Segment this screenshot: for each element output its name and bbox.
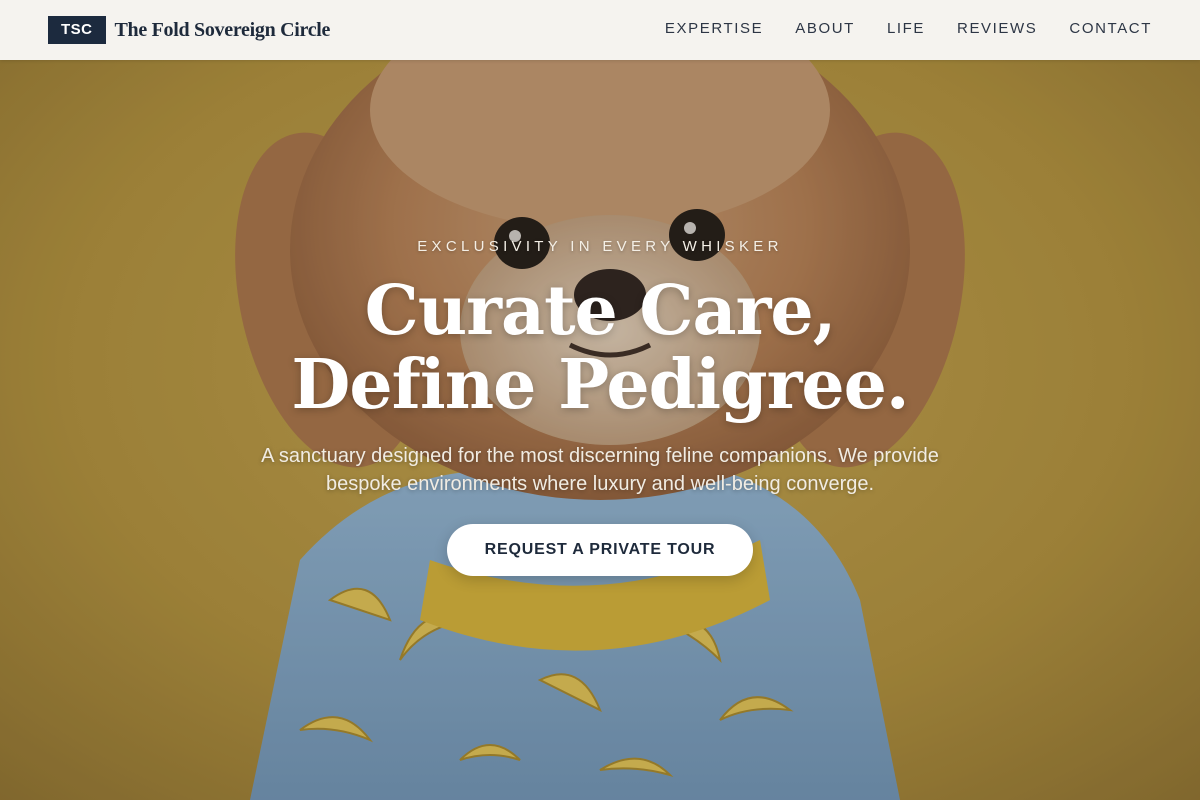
nav-link-expertise[interactable]: EXPERTISE — [665, 20, 763, 37]
hero-eyebrow: EXCLUSIVITY IN EVERY WHISKER — [417, 238, 783, 255]
site-header: TSC The Fold Sovereign Circle EXPERTISE … — [0, 0, 1200, 60]
nav-link-about[interactable]: ABOUT — [795, 20, 855, 37]
page: TSC The Fold Sovereign Circle EXPERTISE … — [0, 0, 1200, 800]
nav-link-reviews[interactable]: REVIEWS — [957, 20, 1037, 37]
request-private-tour-button[interactable]: REQUEST A PRIVATE TOUR — [447, 524, 753, 576]
main-nav: EXPERTISE ABOUT LIFE REVIEWS CONTACT — [633, 20, 1152, 37]
brand-logo-badge[interactable]: TSC — [48, 16, 106, 44]
hero-headline-line-1: Curate Care, — [364, 271, 837, 351]
nav-link-life[interactable]: LIFE — [887, 20, 925, 37]
brand-name[interactable]: The Fold Sovereign Circle — [115, 19, 331, 42]
brand[interactable]: TSC The Fold Sovereign Circle — [48, 16, 330, 44]
nav-link-contact[interactable]: CONTACT — [1069, 20, 1152, 37]
hero-subtitle: A sanctuary designed for the most discer… — [261, 445, 939, 495]
hero-headline: Curate Care, Define Pedigree. — [0, 274, 1200, 422]
hero-section: EXCLUSIVITY IN EVERY WHISKER Curate Care… — [0, 0, 1200, 800]
hero-headline-line-2: Define Pedigree. — [291, 345, 909, 425]
